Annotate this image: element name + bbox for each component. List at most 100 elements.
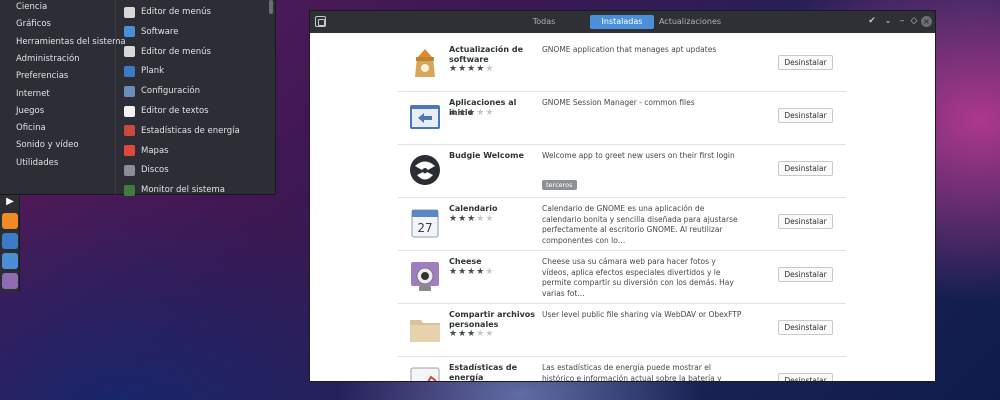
- menu-app-label: Software: [141, 26, 179, 37]
- software-update-icon: [408, 47, 442, 81]
- menu-app-item[interactable]: Estadísticas de energía: [124, 123, 240, 139]
- menu-category-item[interactable]: Internet: [16, 87, 50, 101]
- star-icon: ★: [485, 214, 495, 224]
- app-name: Budgie Welcome: [449, 151, 524, 160]
- tab-todas[interactable]: Todas: [519, 15, 569, 29]
- menu-apps: Editor de menús Software Editor de menús Pl…: [115, 0, 275, 198]
- calendar-icon: 27: [408, 206, 442, 240]
- text-editor-icon: [124, 105, 135, 117]
- software-center-icon[interactable]: [2, 213, 18, 229]
- rating-stars: ★★★★★: [449, 329, 494, 339]
- star-icon: ★: [467, 214, 477, 224]
- uninstall-button[interactable]: Desinstalar: [778, 55, 833, 70]
- rating-stars: ★★★★★: [449, 64, 494, 74]
- menu-app-item[interactable]: Editor de textos: [124, 103, 209, 119]
- app-description: Cheese usa su cámara web para hacer foto…: [542, 257, 734, 298]
- application-menu: Ciencia Gráficos Herramientas del sistema A…: [0, 0, 276, 198]
- uninstall-button[interactable]: Desinstalar: [778, 108, 833, 123]
- close-button[interactable]: ×: [921, 16, 932, 27]
- uninstall-button[interactable]: Desinstalar: [778, 373, 833, 381]
- app-name: Actualización de software: [449, 45, 524, 64]
- star-icon: ★: [467, 64, 477, 74]
- menu-app-label: Discos: [141, 165, 169, 176]
- menu-category-item[interactable]: Preferencias: [16, 69, 68, 83]
- uninstall-button[interactable]: Desinstalar: [778, 267, 833, 282]
- settings-icon: [124, 85, 135, 97]
- terminal-icon[interactable]: ▶: [2, 193, 18, 209]
- star-icon: ★: [449, 267, 459, 277]
- maximize-button[interactable]: ◇: [908, 15, 920, 28]
- menu-app-label: Editor de menús: [141, 7, 211, 17]
- app-row: 27 Calendario ★★★★★ Calendario de GNOME es …: [398, 198, 846, 251]
- menu-category-item[interactable]: Ciencia: [16, 0, 47, 14]
- star-icon: ★: [485, 64, 495, 74]
- app-row: Estadísticas de energía Las estadísticas …: [398, 357, 846, 381]
- star-icon: ★: [449, 329, 459, 339]
- software-window: Todas Instaladas Actualizaciones ✔ ⌄ – ◇…: [309, 10, 936, 382]
- star-icon: ★: [458, 214, 468, 224]
- budgie-icon: [408, 153, 442, 187]
- star-icon: ★: [458, 329, 468, 339]
- svg-text:27: 27: [417, 221, 432, 235]
- menu-editor-icon: [124, 46, 135, 58]
- app-description: GNOME application that manages apt updat…: [542, 45, 717, 54]
- star-icon: ★: [485, 267, 495, 277]
- disks-icon: [124, 164, 135, 176]
- window-icon: [315, 16, 326, 27]
- menu-app-label: Estadísticas de energía: [141, 125, 240, 136]
- star-icon: ★: [467, 329, 477, 339]
- star-icon: ★: [476, 267, 486, 277]
- maps-icon: [124, 145, 135, 157]
- menu-scrollbar[interactable]: [269, 0, 273, 14]
- folder-icon[interactable]: [2, 273, 18, 289]
- browser-icon[interactable]: [2, 253, 18, 269]
- menu-category-item[interactable]: Sonido y vídeo: [16, 138, 79, 152]
- star-icon: ★: [467, 108, 477, 118]
- menu-app-item[interactable]: Monitor del sistema: [124, 182, 225, 198]
- menu-category-item[interactable]: Utilidades: [16, 156, 58, 170]
- menu-app-item[interactable]: Editor de menús: [124, 4, 211, 20]
- chevron-down-icon[interactable]: ⌄: [882, 15, 894, 28]
- power-stats-icon: [408, 365, 442, 381]
- plank-icon: [124, 65, 135, 77]
- menu-app-item[interactable]: Software: [124, 24, 178, 40]
- menu-category-item[interactable]: Juegos: [16, 104, 44, 118]
- menu-app-item[interactable]: Editor de menús: [124, 44, 211, 60]
- menu-app-item[interactable]: Plank: [124, 63, 164, 79]
- window-titlebar[interactable]: Todas Instaladas Actualizaciones ✔ ⌄ – ◇…: [310, 11, 935, 33]
- app-description: Las estadísticas de energía puede mostra…: [542, 363, 722, 381]
- uninstall-button[interactable]: Desinstalar: [778, 161, 833, 176]
- menu-category-item[interactable]: Gráficos: [16, 17, 51, 31]
- menu-app-label: Monitor del sistema: [141, 185, 225, 196]
- rating-stars: ★★★★★: [449, 108, 494, 118]
- app-row: Cheese ★★★★★ Cheese usa su cámara web para…: [398, 251, 846, 304]
- app-name: Calendario: [449, 204, 498, 213]
- app-row: Aplicaciones al inicio ★★★★★ GNOME Session…: [398, 92, 846, 145]
- screenshot-icon[interactable]: [2, 233, 18, 249]
- uninstall-button[interactable]: Desinstalar: [778, 320, 833, 335]
- menu-app-item[interactable]: Configuración: [124, 83, 200, 99]
- tab-instaladas[interactable]: Instaladas: [590, 15, 654, 29]
- app-row: Actualización de software ★★★★★ GNOME appl…: [398, 39, 846, 92]
- menu-category-item[interactable]: Oficina: [16, 121, 46, 135]
- star-icon: ★: [476, 108, 486, 118]
- minimize-button[interactable]: –: [896, 15, 908, 28]
- menu-app-label: Configuración: [141, 86, 200, 97]
- star-icon: ★: [485, 329, 495, 339]
- menu-app-item[interactable]: Mapas: [124, 143, 169, 159]
- app-description: GNOME Session Manager - common files: [542, 98, 695, 107]
- menu-category-item[interactable]: Herramientas del sistema: [16, 35, 126, 49]
- app-row: Budgie Welcome Welcome app to greet new u…: [398, 145, 846, 198]
- star-icon: ★: [449, 214, 459, 224]
- app-name: Compartir archivos personales: [449, 310, 536, 329]
- menu-category-item[interactable]: Administración: [16, 52, 80, 66]
- webcam-icon: [408, 259, 442, 293]
- installed-apps-list: Actualización de software ★★★★★ GNOME appl…: [310, 33, 935, 381]
- uninstall-button[interactable]: Desinstalar: [778, 214, 833, 229]
- rating-stars: ★★★★★: [449, 267, 494, 277]
- menu-app-item[interactable]: Discos: [124, 162, 169, 178]
- check-icon[interactable]: ✔: [866, 15, 878, 28]
- software-icon: [124, 26, 135, 38]
- star-icon: ★: [485, 108, 495, 118]
- tab-actualizaciones[interactable]: Actualizaciones: [657, 15, 723, 29]
